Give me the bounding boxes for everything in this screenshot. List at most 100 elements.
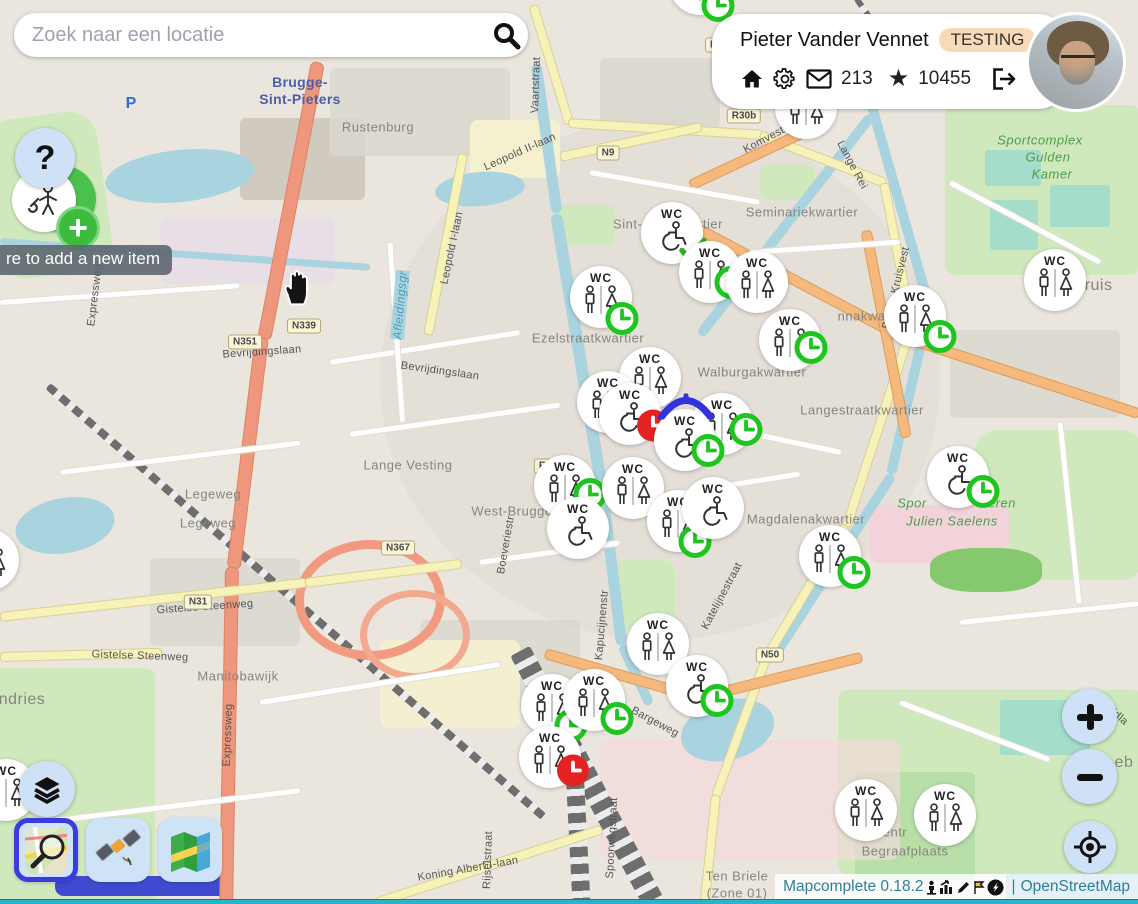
opening-hours-closed-badge [555, 753, 591, 794]
user-name: Pieter Vander Vennet [740, 29, 929, 52]
messages-count: 213 [841, 68, 873, 90]
background-satellite-button[interactable] [86, 818, 150, 882]
messages-mail-icon[interactable] [806, 69, 832, 89]
wc-label: WC [590, 272, 612, 285]
search-input[interactable] [14, 24, 484, 47]
osm-note-icon[interactable] [987, 879, 1004, 896]
map-marker-toilet[interactable]: WC [835, 779, 897, 841]
road-ref-shield: N339 [287, 319, 321, 334]
map-marker-toilet[interactable]: WC [547, 497, 609, 559]
parking-symbol: P [122, 94, 141, 114]
male-female-toilet-icon [737, 270, 777, 305]
opening-hours-open-badge [599, 701, 635, 742]
openstreetmap-link[interactable]: OpenStreetMap [1021, 878, 1130, 896]
edit-pencil-icon[interactable] [956, 880, 971, 895]
map-place-label: Ten Briele [706, 869, 769, 884]
map-place-label: Brugge- [272, 74, 328, 90]
background-map-button[interactable] [158, 818, 222, 882]
road-ref-shield: N9 [597, 146, 620, 161]
road-ref-shield: R30b [727, 109, 761, 124]
wc-label: WC [947, 452, 969, 465]
opening-hours-open-badge [728, 412, 764, 453]
wheelchair-toilet-icon [695, 496, 731, 533]
wc-label: WC [686, 661, 708, 674]
map-marker-toilet[interactable]: WC [0, 529, 19, 591]
map-marker-toilet[interactable]: WC [799, 525, 861, 587]
map-place-label: Koning Albert I-laan [417, 854, 520, 884]
opening-hours-open-badge [699, 683, 735, 724]
wc-label: WC [622, 463, 644, 476]
map-place-label: Spor [897, 496, 926, 511]
wc-label: WC [554, 461, 576, 474]
wc-label: WC [647, 619, 669, 632]
mapcomplete-version-link[interactable]: Mapcomplete 0.18.2 [783, 878, 923, 896]
map-place-label: Expressweg [221, 703, 235, 766]
theme-flag-icon[interactable] [972, 880, 986, 895]
wc-label: WC [699, 247, 721, 260]
map-marker-toilet[interactable]: WC [759, 309, 821, 371]
avatar-glasses [1061, 55, 1095, 66]
map-art-shape [960, 601, 1138, 625]
road-ref-shield: N31 [184, 595, 212, 610]
opening-hours-open-badge [922, 319, 958, 360]
testing-badge: TESTING [939, 28, 1037, 52]
map-marker-toilet[interactable]: WC [1024, 249, 1086, 311]
user-avatar[interactable] [1026, 12, 1126, 112]
statue-icon[interactable] [925, 880, 938, 895]
home-icon[interactable] [740, 67, 764, 91]
mapcomplete-app: Brugge-Sint-PietersRustenburgSint-Gillis… [0, 0, 1138, 904]
geolocate-button[interactable] [1064, 821, 1116, 873]
map-marker-toilet[interactable]: WC [563, 669, 625, 731]
grab-hand-cursor-icon [280, 268, 312, 311]
map-place-label: Julien Saelens [906, 514, 998, 529]
geolocate-crosshair-icon [1073, 830, 1107, 864]
male-female-toilet-icon [846, 798, 886, 833]
help-button[interactable]: ? [15, 128, 75, 188]
zoom-in-button[interactable] [1062, 689, 1117, 744]
wc-label: WC [855, 785, 877, 798]
map-marker-toilet[interactable]: WC [682, 477, 744, 539]
opening-hours-open-badge [836, 555, 872, 596]
logout-icon[interactable] [990, 67, 1016, 91]
statistics-icon[interactable] [939, 880, 955, 894]
road-ref-shield: N50 [756, 648, 784, 663]
search-button[interactable] [484, 13, 528, 57]
wc-label: WC [702, 483, 724, 496]
map-marker-toilet[interactable]: WC [519, 726, 581, 788]
layers-button[interactable] [19, 761, 75, 817]
map-marker-toilet[interactable]: WC [914, 784, 976, 846]
map-marker-toilet[interactable]: WC [599, 383, 661, 445]
zoom-out-button[interactable] [1062, 749, 1117, 804]
settings-gear-icon[interactable] [773, 67, 797, 91]
satellite-icon [95, 827, 141, 873]
map-place-label: Vaartstraat [529, 57, 543, 114]
folded-map-icon [167, 827, 213, 873]
map-marker-toilet[interactable]: WC [570, 266, 632, 328]
male-female-toilet-icon [0, 548, 8, 583]
map-marker-toilet[interactable]: WC [666, 655, 728, 717]
map-marker-toilet[interactable]: WC [726, 251, 788, 313]
location-search-bar [14, 13, 528, 57]
background-osm-button[interactable] [14, 818, 78, 882]
wc-label: WC [619, 389, 641, 402]
toilet-marker-circle: WC [835, 779, 897, 841]
map-place-label: Lange Vesting [364, 458, 453, 473]
search-icon [491, 20, 521, 50]
map-art-shape [360, 590, 470, 680]
map-marker-toilet[interactable]: WC [884, 285, 946, 347]
wc-label: WC [0, 765, 17, 778]
opening-hours-open-badge [604, 301, 640, 342]
map-art-shape [103, 142, 258, 209]
wc-label: WC [746, 257, 768, 270]
map-place-label: Kamer [1032, 167, 1073, 182]
map-marker-toilet[interactable]: WC [669, 0, 731, 15]
wheelchair-toilet-icon [560, 516, 596, 553]
toilet-marker-circle: WC [1024, 249, 1086, 311]
map-marker-toilet[interactable]: WC [927, 446, 989, 508]
osm-map-thumbnail [25, 827, 67, 873]
add-item-plus-button[interactable]: + [56, 206, 100, 250]
map-art-shape [0, 283, 240, 305]
map-place-label: Legeweg [185, 487, 241, 502]
rain-cover-marker-icon[interactable] [658, 394, 714, 425]
map-place-label: Gulden [1026, 150, 1071, 165]
